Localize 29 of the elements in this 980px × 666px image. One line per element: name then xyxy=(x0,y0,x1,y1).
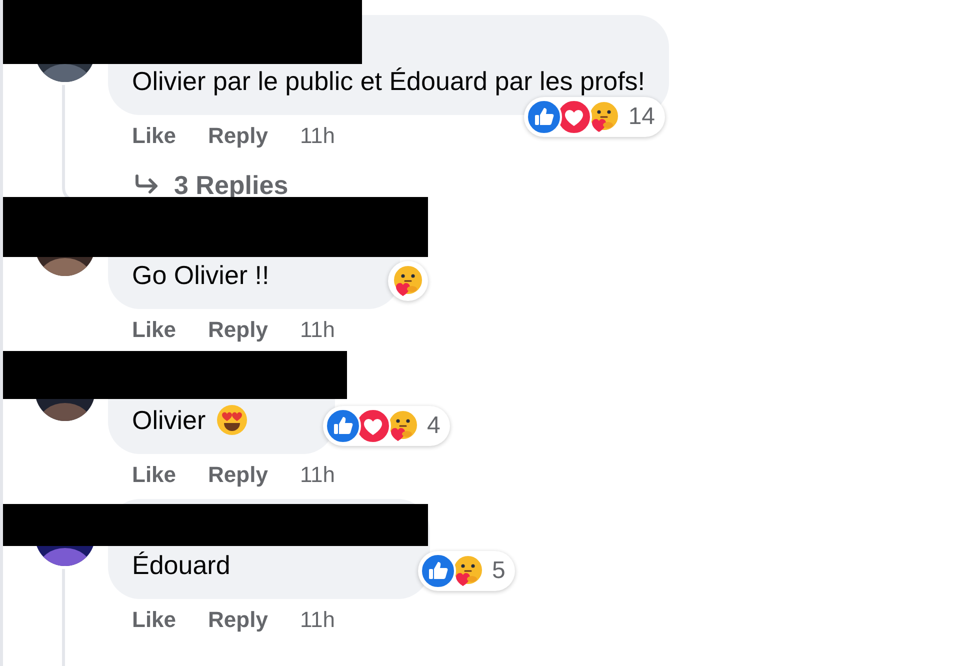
timestamp[interactable]: 11h xyxy=(300,462,336,488)
timestamp[interactable]: 11h xyxy=(300,317,336,343)
comment-text: Olivier par le public et Édouard par les profs! xyxy=(132,65,646,97)
reactions-badge[interactable]: 14 xyxy=(524,97,666,137)
heart-eyes-emoji-icon xyxy=(216,404,248,436)
reply-link[interactable]: Reply xyxy=(208,123,268,149)
view-replies-link[interactable]: 3 Replies xyxy=(108,170,288,200)
like-link[interactable]: Like xyxy=(132,123,176,149)
reactions-badge[interactable] xyxy=(388,261,428,301)
like-link[interactable]: Like xyxy=(132,607,176,633)
timestamp[interactable]: 11h xyxy=(300,607,336,633)
reply-link[interactable]: Reply xyxy=(208,462,268,488)
reply-link[interactable]: Reply xyxy=(208,317,268,343)
comment-text: Go Olivier !! xyxy=(132,259,270,291)
reply-link[interactable]: Reply xyxy=(208,607,268,633)
comment-text: Olivier xyxy=(132,404,206,436)
reaction-count: 5 xyxy=(491,557,506,585)
like-reaction-icon xyxy=(420,553,456,589)
like-link[interactable]: Like xyxy=(132,462,176,488)
reaction-count: 14 xyxy=(627,103,656,131)
comment-text: Édouard xyxy=(132,549,230,581)
reactions-badge[interactable]: 5 xyxy=(418,551,516,591)
like-reaction-icon xyxy=(526,99,562,135)
reply-arrow-icon xyxy=(134,174,160,196)
timestamp[interactable]: 11h xyxy=(300,123,336,149)
reaction-count: 4 xyxy=(426,412,442,440)
reactions-badge[interactable]: 4 xyxy=(323,406,450,446)
like-reaction-icon xyxy=(325,408,361,444)
like-link[interactable]: Like xyxy=(132,317,176,343)
